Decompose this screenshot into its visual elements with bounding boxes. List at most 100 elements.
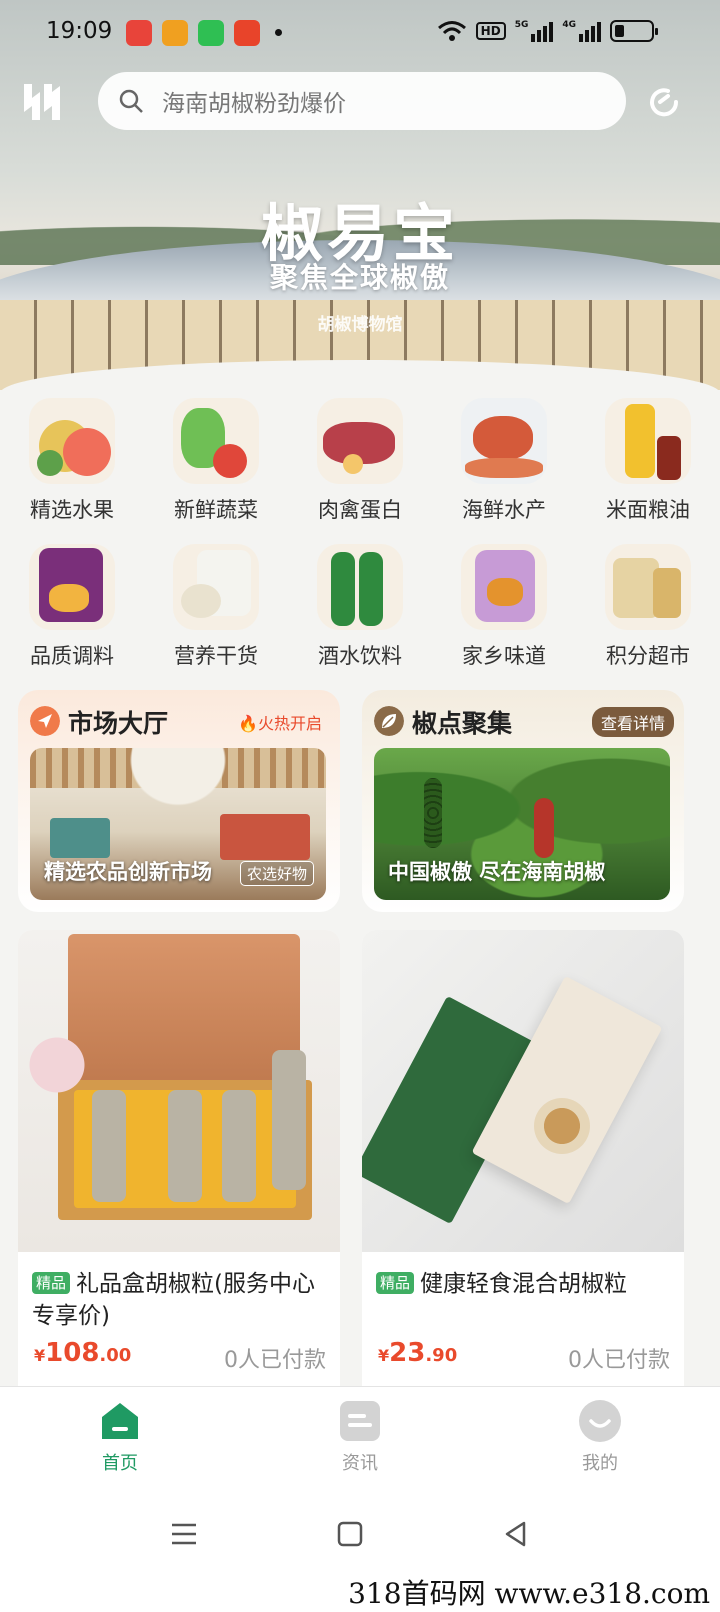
category-seasoning[interactable]: 品质调料 — [0, 544, 144, 670]
weibo-app-icon — [162, 20, 188, 46]
home-icon — [102, 1403, 138, 1439]
messages-app-icon — [198, 20, 224, 46]
hot-badge[interactable]: 🔥火热开启 — [238, 710, 322, 734]
profile-icon — [579, 1400, 621, 1442]
hero-museum-label: 胡椒博物馆 — [317, 315, 403, 335]
category-points-market[interactable]: 积分超市 — [576, 544, 720, 670]
status-right: HD 5G 4G — [437, 20, 658, 42]
product-name: 精品 健康轻食混合胡椒粒 — [376, 1268, 674, 1300]
home-square-icon[interactable] — [332, 1516, 368, 1552]
pepper-plant-image[interactable]: 中国椒傲 尽在海南胡椒 — [374, 748, 670, 900]
grain-oil-icon — [605, 398, 691, 484]
market-hall-image[interactable]: 精选农品创新市场 农选好物 — [30, 748, 326, 900]
category-vegetable[interactable]: 新鲜蔬菜 — [144, 398, 288, 524]
sogou-app-icon — [126, 20, 152, 46]
category-meat[interactable]: 肉禽蛋白 — [288, 398, 432, 524]
price-decimal: .90 — [425, 1345, 458, 1366]
pepper-gather-title: 椒点聚集 — [412, 709, 513, 738]
menu-icon[interactable] — [166, 1516, 202, 1552]
view-details-button[interactable]: 查看详情 — [591, 707, 674, 737]
leaf-icon — [374, 706, 404, 736]
search-placeholder: 海南胡椒粉劲爆价 — [162, 91, 346, 117]
product-name: 精品 礼品盒胡椒粒(服务中心专享价) — [32, 1268, 330, 1332]
product-image-gift-box[interactable] — [18, 930, 340, 1252]
category-label: 品质调料 — [30, 644, 114, 668]
refresh-icon[interactable] — [646, 84, 682, 120]
watermark: 318首码网 www.e318.com — [344, 1572, 714, 1612]
product-price: ¥108.00 — [34, 1338, 131, 1368]
drinks-icon — [317, 544, 403, 630]
points-market-icon — [605, 544, 691, 630]
product-image-mixed-pepper[interactable] — [362, 930, 684, 1252]
fruit-icon — [29, 398, 115, 484]
search-bar[interactable]: 海南胡椒粉劲爆价 — [98, 72, 626, 130]
category-seafood[interactable]: 海鲜水产 — [432, 398, 576, 524]
signal-5g-label: 5G — [514, 20, 529, 30]
hot-badge-label: 火热开启 — [257, 714, 322, 733]
product-sold-count: 0人已付款 — [224, 1348, 326, 1373]
category-label: 酒水饮料 — [318, 644, 402, 668]
news-icon — [340, 1401, 380, 1441]
price-integer: 108 — [45, 1338, 100, 1368]
tab-news[interactable]: 资讯 — [240, 1387, 480, 1486]
price-integer: 23 — [389, 1338, 426, 1368]
product-price: ¥23.90 — [378, 1338, 457, 1368]
tab-label: 首页 — [102, 1453, 138, 1474]
signal-5g-icon: 5G — [515, 20, 554, 42]
location-arrow-icon — [30, 706, 60, 736]
hometown-food-icon — [461, 544, 547, 630]
pepper-gather-card[interactable]: 椒点聚集 查看详情 中国椒傲 尽在海南胡椒 — [362, 690, 684, 912]
product-name-text: 礼品盒胡椒粒(服务中心专享价) — [32, 1271, 315, 1329]
status-bar: 19:09 HD 5G 4G — [0, 0, 720, 64]
category-label: 营养干货 — [174, 644, 258, 668]
more-notifications-icon — [275, 29, 282, 36]
system-nav-bar: 318首码网 www.e318.com — [0, 1486, 720, 1612]
fire-icon: 🔥 — [238, 714, 258, 733]
seafood-icon — [461, 398, 547, 484]
category-label: 积分超市 — [606, 644, 690, 668]
category-label: 家乡味道 — [462, 644, 546, 668]
vegetable-icon — [173, 398, 259, 484]
pepper-caption: 中国椒傲 尽在海南胡椒 — [388, 860, 606, 884]
category-drinks[interactable]: 酒水饮料 — [288, 544, 432, 670]
premium-tag: 精品 — [376, 1272, 415, 1294]
price-decimal: .00 — [99, 1345, 132, 1366]
battery-icon — [610, 20, 658, 42]
market-hall-card[interactable]: 市场大厅 🔥火热开启 精选农品创新市场 农选好物 — [18, 690, 340, 912]
notification-icons — [126, 20, 260, 46]
search-icon — [119, 89, 143, 113]
tab-label: 我的 — [582, 1453, 618, 1474]
dried-goods-icon — [173, 544, 259, 630]
category-label: 新鲜蔬菜 — [174, 498, 258, 522]
signal-4g-label: 4G — [562, 20, 576, 30]
category-label: 肉禽蛋白 — [318, 498, 402, 522]
category-label: 海鲜水产 — [462, 498, 546, 522]
category-label: 精选水果 — [30, 498, 114, 522]
category-fruit[interactable]: 精选水果 — [0, 398, 144, 524]
bottom-tab-bar: 首页 资讯 我的 — [0, 1386, 720, 1486]
signal-4g-icon: 4G — [562, 20, 601, 42]
tab-home[interactable]: 首页 — [0, 1387, 240, 1486]
premium-tag: 精品 — [32, 1272, 71, 1294]
seasoning-icon — [29, 544, 115, 630]
category-hometown-food[interactable]: 家乡味道 — [432, 544, 576, 670]
product-card[interactable]: 精品 健康轻食混合胡椒粒 ¥23.90 0人已付款 — [362, 930, 684, 1388]
meat-icon — [317, 398, 403, 484]
product-card[interactable]: 精品 礼品盒胡椒粒(服务中心专享价) ¥108.00 0人已付款 — [18, 930, 340, 1388]
product-name-text: 健康轻食混合胡椒粒 — [420, 1271, 628, 1297]
app-logo-icon[interactable] — [20, 80, 64, 124]
category-label: 米面粮油 — [606, 498, 690, 522]
tab-label: 资讯 — [342, 1453, 378, 1474]
category-grid: 精选水果 新鲜蔬菜 肉禽蛋白 海鲜水产 米面粮油 品质调料 营养干货 酒水饮料 … — [0, 398, 720, 670]
market-hall-caption: 精选农品创新市场 — [44, 860, 212, 884]
price-currency: ¥ — [378, 1346, 390, 1365]
tab-profile[interactable]: 我的 — [480, 1387, 720, 1486]
status-time: 19:09 — [46, 18, 113, 44]
market-hall-title: 市场大厅 — [68, 709, 169, 738]
category-grain-oil[interactable]: 米面粮油 — [576, 398, 720, 524]
hero-subtitle: 聚焦全球椒傲 — [269, 261, 450, 294]
product-sold-count: 0人已付款 — [568, 1348, 670, 1373]
back-icon[interactable] — [498, 1516, 534, 1552]
category-dried-goods[interactable]: 营养干货 — [144, 544, 288, 670]
market-hall-tag[interactable]: 农选好物 — [239, 861, 314, 886]
